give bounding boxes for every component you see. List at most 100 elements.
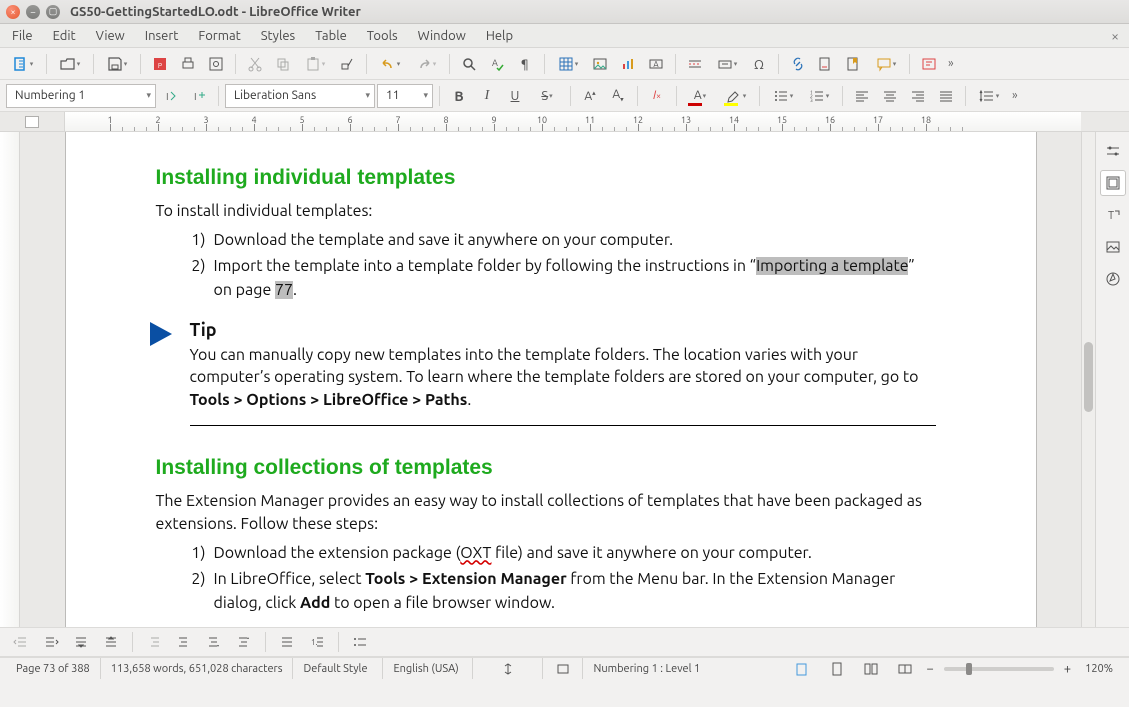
demote-one-button[interactable] [8,629,34,655]
menu-edit[interactable]: Edit [43,26,86,46]
clear-formatting-button[interactable]: I× [644,83,670,109]
font-color-button[interactable]: A▾ [683,83,717,109]
status-selection-mode[interactable] [543,658,583,679]
new-button[interactable]: ▾ [6,51,40,77]
update-style-button[interactable]: I [158,83,184,109]
status-language[interactable]: English (USA) [383,658,473,679]
cut-button[interactable] [242,51,268,77]
italic-button[interactable]: I [474,83,500,109]
copy-button[interactable] [270,51,296,77]
open-button[interactable]: ▾ [53,51,87,77]
bullets-button[interactable] [347,629,373,655]
document-close-icon[interactable]: × [1111,28,1119,44]
print-button[interactable] [175,51,201,77]
horizontal-ruler[interactable]: 123456789101112131415161718 [65,112,1081,131]
strike-button[interactable]: S▾ [530,83,564,109]
special-char-button[interactable]: Ω [746,51,772,77]
redo-button[interactable]: ▾ [409,51,443,77]
document-area[interactable]: Installing individual templates To insta… [20,132,1081,627]
status-zoom[interactable]: 120% [1075,658,1123,679]
new-style-button[interactable]: I [186,83,212,109]
promote-sub-button[interactable] [171,629,197,655]
bookmark-button[interactable] [841,51,867,77]
status-insert-mode[interactable] [473,658,543,679]
menu-styles[interactable]: Styles [251,26,305,46]
format-toolbar-overflow-icon[interactable]: » [1008,89,1022,102]
zoom-out-button[interactable]: − [922,662,937,676]
move-sub-down-button[interactable] [201,629,227,655]
align-center-button[interactable] [877,83,903,109]
insert-image-button[interactable] [587,51,613,77]
move-down-button[interactable] [68,629,94,655]
align-justify-button[interactable] [933,83,959,109]
bullet-list-button[interactable]: ▾ [766,83,800,109]
font-name-combo[interactable]: Liberation Sans▾ [225,84,375,108]
view-single-page-icon[interactable] [820,658,854,679]
vertical-ruler[interactable] [0,132,20,627]
insert-chart-button[interactable] [615,51,641,77]
export-pdf-button[interactable]: P [147,51,173,77]
comment-button[interactable]: ▾ [869,51,903,77]
number-list-button[interactable]: 123▾ [802,83,836,109]
insert-textbox-button[interactable]: A [643,51,669,77]
print-preview-button[interactable] [203,51,229,77]
find-button[interactable] [456,51,482,77]
save-button[interactable]: ▾ [100,51,134,77]
menu-view[interactable]: View [86,26,135,46]
track-changes-button[interactable] [916,51,942,77]
spellcheck-button[interactable]: A [484,51,510,77]
window-minimize-button[interactable]: – [26,5,40,19]
sidebar-gallery-icon[interactable] [1100,234,1126,260]
demote-sub-button[interactable] [141,629,167,655]
view-book-icon[interactable] [888,658,922,679]
footnote-button[interactable] [813,51,839,77]
view-multi-page-icon[interactable] [854,658,888,679]
insert-table-button[interactable]: ▾ [551,51,585,77]
zoom-slider[interactable] [944,667,1054,671]
move-sub-up-button[interactable] [231,629,257,655]
bold-button[interactable]: B [446,83,472,109]
highlight-button[interactable]: ▾ [719,83,753,109]
underline-button[interactable]: U [502,83,528,109]
status-pagestyle[interactable]: Default Style [293,658,383,679]
window-close-button[interactable]: × [6,5,20,19]
page-break-button[interactable] [682,51,708,77]
paste-button[interactable]: ▾ [298,51,332,77]
font-size-combo[interactable]: 11▾ [377,84,433,108]
status-wordcount[interactable]: 113,658 words, 651,028 characters [101,658,294,679]
move-up-button[interactable] [98,629,124,655]
sidebar-settings-icon[interactable] [1100,138,1126,164]
zoom-slider-thumb[interactable] [966,663,972,675]
menu-window[interactable]: Window [408,26,476,46]
menu-insert[interactable]: Insert [135,26,189,46]
line-spacing-button[interactable]: ▾ [972,83,1006,109]
menu-table[interactable]: Table [305,26,357,46]
sidebar-styles-icon[interactable]: T [1100,202,1126,228]
paragraph-style-combo[interactable]: Numbering 1▾ [6,84,156,108]
clone-formatting-button[interactable] [334,51,360,77]
scrollbar-thumb[interactable] [1084,342,1093,412]
toolbar-overflow-icon[interactable]: » [944,57,958,70]
insert-field-button[interactable]: ▾ [710,51,744,77]
menu-tools[interactable]: Tools [357,26,408,46]
vertical-scrollbar[interactable] [1081,132,1095,627]
no-number-button[interactable] [274,629,300,655]
hyperlink-button[interactable] [785,51,811,77]
formatting-marks-button[interactable]: ¶ [512,51,538,77]
menu-file[interactable]: File [2,26,43,46]
status-page[interactable]: Page 73 of 388 [6,658,101,679]
zoom-in-button[interactable]: + [1060,662,1075,676]
status-signature-icon[interactable] [786,658,820,679]
menu-format[interactable]: Format [188,26,250,46]
subscript-button[interactable]: A▾ [605,83,631,109]
menu-help[interactable]: Help [476,26,523,46]
sidebar-properties-icon[interactable] [1100,170,1126,196]
sidebar-navigator-icon[interactable] [1100,266,1126,292]
align-left-button[interactable] [849,83,875,109]
promote-one-button[interactable] [38,629,64,655]
restart-number-button[interactable]: 1. [304,629,330,655]
superscript-button[interactable]: A▴ [577,83,603,109]
undo-button[interactable]: ▾ [373,51,407,77]
align-right-button[interactable] [905,83,931,109]
window-maximize-button[interactable]: ▢ [46,5,60,19]
